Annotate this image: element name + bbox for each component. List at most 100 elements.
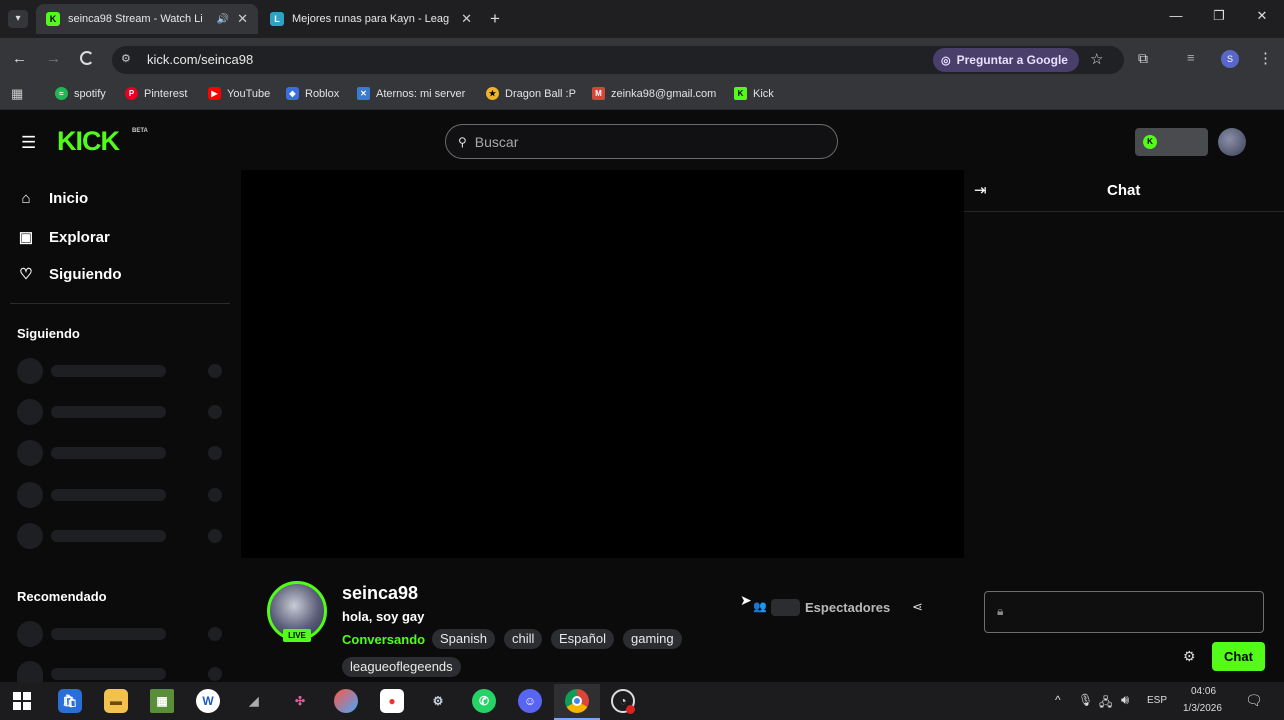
- collapse-chat-icon[interactable]: ⇥: [974, 181, 987, 199]
- chat-title: Chat: [1107, 182, 1141, 199]
- roblox-icon: ◆: [286, 87, 299, 100]
- new-tab-icon[interactable]: +: [490, 9, 500, 29]
- apps-grid-icon[interactable]: ▦: [11, 86, 23, 102]
- close-tab-icon[interactable]: ✕: [461, 11, 472, 27]
- user-avatar[interactable]: [1218, 128, 1246, 156]
- app-tool-icon[interactable]: ◢: [242, 689, 266, 713]
- bookmark-aternos[interactable]: ✕ Aternos: mi server: [357, 87, 465, 100]
- tag-chill[interactable]: chill: [504, 629, 543, 649]
- store-icon[interactable]: 🛍: [58, 689, 82, 713]
- hamburger-menu-icon[interactable]: ☰: [21, 133, 36, 153]
- extensions-icon[interactable]: ⧉: [1138, 50, 1148, 67]
- tag-leagueoflegeends[interactable]: leagueoflegeends: [342, 657, 461, 677]
- loading-spinner-icon[interactable]: [80, 51, 94, 65]
- windows-start-icon[interactable]: [13, 692, 31, 710]
- skeleton-dot: [208, 627, 222, 641]
- app-photo-icon[interactable]: ●: [380, 689, 404, 713]
- chat-header-divider: [964, 211, 1284, 212]
- explore-icon: ▣: [18, 229, 34, 246]
- media-controls-icon[interactable]: ≡: [1187, 50, 1195, 65]
- nav-explorar[interactable]: ▣ Explorar: [17, 228, 110, 247]
- chat-input[interactable]: 🔒︎: [984, 591, 1264, 633]
- profile-avatar[interactable]: S: [1221, 50, 1239, 68]
- app-pinwheel-icon[interactable]: ✣: [288, 689, 312, 713]
- whatsapp-icon[interactable]: ✆: [472, 689, 496, 713]
- network-icon[interactable]: 🖧: [1099, 693, 1112, 714]
- youtube-icon: ▶: [208, 87, 221, 100]
- clock-date[interactable]: 1/3/2026: [1183, 703, 1222, 714]
- tab-list-dropdown[interactable]: ▾: [8, 10, 28, 28]
- search-input[interactable]: ⚲ Buscar: [445, 124, 838, 159]
- chat-send-button[interactable]: Chat: [1212, 642, 1265, 671]
- volume-icon[interactable]: 🔊︎: [1121, 692, 1129, 708]
- bookmark-dragon-ball[interactable]: ★ Dragon Ball :P: [486, 87, 576, 100]
- bookmark-youtube[interactable]: ▶ YouTube: [208, 87, 270, 100]
- dragon-ball-icon: ★: [486, 87, 499, 100]
- skeleton-dot: [208, 529, 222, 543]
- bookmark-star-icon[interactable]: ☆: [1090, 50, 1103, 68]
- minimize-icon[interactable]: —: [1166, 8, 1186, 23]
- tab-kayn-runes[interactable]: L Mejores runas para Kayn - Leag ✕: [260, 4, 482, 34]
- discord-icon[interactable]: ☺: [518, 689, 542, 713]
- site-info-icon[interactable]: ⚙: [121, 52, 131, 65]
- streamer-name[interactable]: seinca98: [342, 583, 418, 604]
- bookmark-roblox[interactable]: ◆ Roblox: [286, 87, 339, 100]
- spotify-icon: ≈: [55, 87, 68, 100]
- url-text[interactable]: kick.com/seinca98: [147, 52, 253, 67]
- recommended-header: Recomendado: [17, 589, 107, 604]
- steam-icon[interactable]: ⚙: [426, 689, 450, 713]
- app-w-icon[interactable]: W: [196, 689, 220, 713]
- pinterest-icon: P: [125, 87, 138, 100]
- speaker-icon: 🔊: [216, 13, 230, 25]
- ask-google-button[interactable]: ◎ Preguntar a Google: [933, 48, 1079, 72]
- kick-logo[interactable]: KICK: [57, 126, 120, 157]
- skeleton-avatar: [17, 523, 43, 549]
- skeleton-dot: [208, 364, 222, 378]
- heart-icon: ♡: [19, 266, 33, 283]
- nav-siguiendo[interactable]: ♡ Siguiendo: [17, 265, 121, 284]
- kick-beta-badge: BETA: [132, 128, 148, 134]
- bookmark-kick[interactable]: K Kick: [734, 87, 774, 100]
- language-indicator[interactable]: ESP: [1147, 695, 1167, 706]
- browser-menu-icon[interactable]: ⋮: [1258, 49, 1273, 67]
- clock-time[interactable]: 04:06: [1191, 686, 1216, 697]
- gmail-icon: M: [592, 87, 605, 100]
- ask-google-label: Preguntar a Google: [956, 53, 1068, 67]
- minecraft-icon[interactable]: ▦: [150, 689, 174, 713]
- close-window-icon[interactable]: ✕: [1252, 8, 1272, 24]
- skeleton-avatar: [17, 661, 43, 682]
- lock-icon: 🔒︎: [997, 604, 1004, 618]
- file-explorer-icon[interactable]: ▬: [104, 689, 128, 713]
- live-badge: LIVE: [283, 629, 311, 642]
- stream-title: hola, soy gay: [342, 609, 425, 624]
- stream-category[interactable]: Conversando: [342, 632, 425, 647]
- tab-title: seinca98 Stream - Watch Li: [68, 13, 203, 25]
- app-color-icon[interactable]: [334, 689, 358, 713]
- chrome-icon[interactable]: [565, 689, 589, 713]
- skeleton-text: [51, 447, 166, 459]
- back-icon[interactable]: ←: [12, 50, 27, 67]
- tag-gaming[interactable]: gaming: [623, 629, 682, 649]
- search-icon: ⚲: [458, 134, 467, 149]
- chat-settings-icon[interactable]: ⚙: [1183, 648, 1196, 665]
- microphone-icon[interactable]: 🎙︎: [1078, 693, 1093, 707]
- bookmark-spotify[interactable]: ≈ spotify: [55, 87, 106, 100]
- notifications-icon[interactable]: 🗨︎: [1245, 692, 1263, 709]
- skeleton-text: [51, 489, 166, 501]
- skeleton-avatar: [17, 440, 43, 466]
- bookmark-pinterest[interactable]: P Pinterest: [125, 87, 187, 100]
- forward-icon[interactable]: →: [46, 50, 61, 67]
- kick-rewards-button[interactable]: K: [1135, 128, 1208, 156]
- tag-espanol[interactable]: Español: [551, 629, 614, 649]
- tag-spanish[interactable]: Spanish: [432, 629, 495, 649]
- share-icon[interactable]: ⋖: [912, 599, 923, 615]
- tray-chevron-icon[interactable]: ^: [1055, 693, 1061, 707]
- close-tab-icon[interactable]: ✕: [237, 11, 248, 27]
- maximize-icon[interactable]: ❐: [1209, 8, 1229, 24]
- skeleton-avatar: [17, 399, 43, 425]
- video-player[interactable]: [241, 170, 964, 558]
- viewers-label: Espectadores: [805, 600, 891, 615]
- nav-inicio[interactable]: ⌂ Inicio: [17, 190, 88, 207]
- tab-kick-stream[interactable]: K seinca98 Stream - Watch Li 🔊 ✕: [36, 4, 258, 34]
- bookmark-gmail[interactable]: Mzeinka98@gmail.com: [592, 87, 716, 100]
